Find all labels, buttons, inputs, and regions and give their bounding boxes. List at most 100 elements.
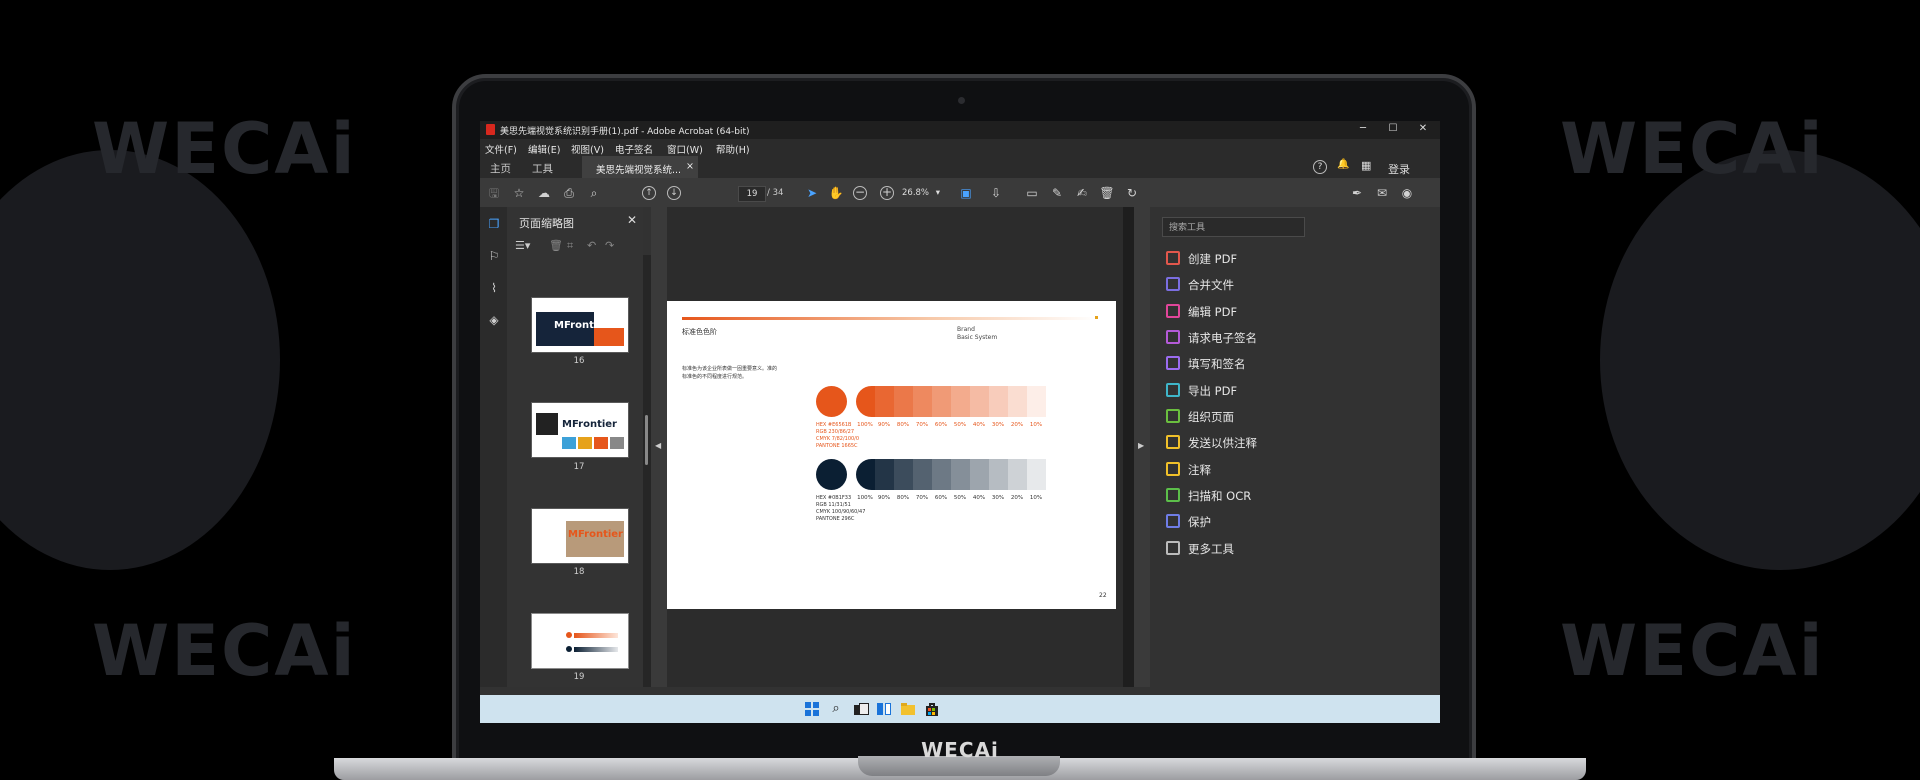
widgets-icon[interactable]: [876, 701, 892, 717]
thumbnail-label: 18: [573, 567, 585, 577]
select-cursor-icon[interactable]: ➤: [804, 185, 820, 201]
zoom-dropdown-icon[interactable]: ▾: [936, 188, 940, 198]
title-bar: 美思先端视觉系统识别手册(1).pdf - Adobe Acrobat (64-…: [480, 121, 1440, 139]
page-down-icon[interactable]: ↓: [667, 186, 681, 200]
save-icon[interactable]: 🖫: [486, 185, 502, 201]
undo-icon[interactable]: ↶: [587, 239, 596, 252]
redo-icon[interactable]: ↷: [605, 239, 614, 252]
section-title: 标准色色阶: [682, 328, 717, 336]
orange-spec: RGB 230/86/27: [816, 429, 855, 435]
background-cat-right: [1600, 150, 1920, 570]
zoom-in-icon[interactable]: +: [880, 186, 894, 200]
apps-grid-icon[interactable]: ▦: [1361, 159, 1371, 172]
notification-bell-icon[interactable]: 🔔: [1337, 159, 1349, 170]
document-scrollbar[interactable]: [1123, 207, 1134, 687]
orange-spec: HEX #E6561B: [816, 422, 852, 428]
delete-icon[interactable]: 🗑: [1099, 185, 1115, 201]
tool-label: 更多工具: [1188, 542, 1234, 556]
navy-spec: CMYK 100/90/60/47: [816, 509, 866, 515]
windows-start-icon[interactable]: [804, 701, 820, 717]
cloud-upload-icon[interactable]: ☁: [536, 185, 552, 201]
pdf-page: 标准色色阶 Brand Basic System 标准色为该企业所表做一固重要意…: [667, 301, 1116, 609]
tool-label: 编辑 PDF: [1188, 305, 1238, 319]
background-watermark: WECAi: [1560, 610, 1825, 692]
thumbnails-scroll-thumb[interactable]: [645, 415, 648, 465]
layers-icon[interactable]: ◈: [486, 313, 502, 329]
tint-swatch: [875, 386, 894, 417]
edit-pdf-icon: [1166, 304, 1180, 318]
search-icon[interactable]: ⌕: [586, 185, 602, 201]
close-panel-icon[interactable]: ✕: [627, 213, 637, 227]
maximize-button[interactable]: ☐: [1386, 123, 1400, 137]
extract-page-icon[interactable]: ⌗: [567, 239, 573, 253]
menu-view[interactable]: 视图(V): [571, 142, 604, 156]
zoom-value: 26.8%: [902, 188, 930, 198]
file-explorer-icon[interactable]: [900, 701, 916, 717]
background-watermark: WECAi: [92, 108, 357, 190]
tab-document[interactable]: 美思先端视觉系统... ×: [582, 156, 698, 178]
orange-spec: CMYK 7/82/100/0: [816, 436, 860, 442]
page-number-input[interactable]: 19: [738, 186, 766, 202]
account-icon[interactable]: ◉: [1399, 185, 1415, 201]
page-thumbnail[interactable]: MFrontier: [531, 402, 629, 458]
scroll-mode-icon[interactable]: ⇩: [988, 185, 1004, 201]
delete-page-icon[interactable]: 🗑: [549, 239, 563, 252]
page-thumbnails-icon[interactable]: ❐: [486, 217, 502, 233]
sign-icon[interactable]: ✍: [1074, 185, 1090, 201]
brand-subtitle: Basic System: [957, 334, 998, 341]
laptop-logo: WECAi: [921, 738, 999, 762]
fill-sign-icon[interactable]: ✒: [1349, 185, 1365, 201]
close-window-button[interactable]: ✕: [1416, 123, 1430, 137]
acrobat-window: 美思先端视觉系统识别手册(1).pdf - Adobe Acrobat (64-…: [480, 121, 1440, 723]
thumbnails-scrollbar[interactable]: [643, 255, 651, 687]
menu-file[interactable]: 文件(F): [485, 142, 517, 156]
menu-window[interactable]: 窗口(W): [667, 142, 703, 156]
rotate-icon[interactable]: ↻: [1124, 185, 1140, 201]
options-menu-icon[interactable]: ☰▾: [515, 239, 530, 252]
close-tab-icon[interactable]: ×: [686, 161, 694, 172]
help-icon[interactable]: ?: [1313, 160, 1327, 174]
menu-help[interactable]: 帮助(H): [716, 142, 750, 156]
left-rail: ❐ ⚐ ⌇ ◈: [480, 207, 507, 687]
print-icon[interactable]: ⎙: [561, 185, 577, 201]
tab-home[interactable]: 主页: [490, 161, 511, 176]
thumbnail-logo: MFrontier: [568, 529, 623, 540]
taskbar-search-icon[interactable]: ⌕: [828, 701, 844, 717]
tool-label: 发送以供注释: [1188, 436, 1257, 450]
fit-page-icon[interactable]: ▣: [958, 185, 974, 201]
attachment-icon[interactable]: ⌇: [486, 281, 502, 297]
document-viewport[interactable]: ◀ 标准色色阶 Brand Basic System 标准色为该企业所表做一固重…: [651, 207, 1134, 687]
tint-swatch: [951, 386, 970, 417]
star-icon[interactable]: ☆: [511, 185, 527, 201]
tab-document-label: 美思先端视觉系统...: [596, 165, 682, 176]
page-thumbnail-selected[interactable]: [531, 613, 629, 669]
tint-swatch: [989, 459, 1008, 490]
header-rule: [682, 317, 1097, 320]
menu-esign[interactable]: 电子签名: [615, 142, 653, 156]
email-icon[interactable]: ✉: [1374, 185, 1390, 201]
collapse-left-panel-button[interactable]: ◀: [651, 207, 667, 687]
store-icon[interactable]: [924, 701, 940, 717]
collapse-right-panel-button[interactable]: ▶: [1134, 207, 1150, 687]
tint-swatch: [970, 459, 989, 490]
scan-ocr-icon: [1166, 488, 1180, 502]
tool-label: 创建 PDF: [1188, 252, 1238, 266]
login-button[interactable]: 登录: [1388, 161, 1410, 177]
page-up-icon[interactable]: ↑: [642, 186, 656, 200]
hand-tool-icon[interactable]: ✋: [828, 185, 844, 201]
menu-edit[interactable]: 编辑(E): [528, 142, 560, 156]
tab-tools[interactable]: 工具: [532, 161, 553, 176]
page-thumbnail[interactable]: MFrontier: [531, 508, 629, 564]
search-tools-input[interactable]: 搜索工具: [1162, 217, 1305, 237]
page-thumbnail[interactable]: MFrontier: [531, 297, 629, 353]
tool-label: 请求电子签名: [1188, 331, 1257, 345]
tint-swatch: [932, 459, 951, 490]
highlight-pen-icon[interactable]: ✎: [1049, 185, 1065, 201]
task-view-icon[interactable]: [852, 701, 869, 717]
zoom-out-icon[interactable]: −: [853, 186, 867, 200]
camera-icon: [958, 97, 965, 104]
bookmark-icon[interactable]: ⚐: [486, 249, 502, 265]
comment-icon[interactable]: ▭: [1024, 185, 1040, 201]
zoom-level[interactable]: 26.8% ▾: [902, 186, 944, 200]
minimize-button[interactable]: ─: [1356, 123, 1370, 137]
